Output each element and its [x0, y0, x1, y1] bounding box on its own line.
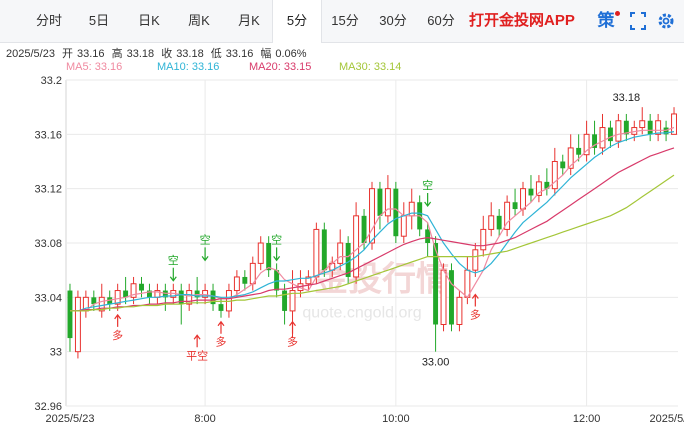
x-tick-label: 8:00 [194, 413, 215, 425]
long-signal-arrow [217, 320, 225, 334]
x-tick-label: 12:00 [573, 413, 601, 425]
candle-body-down [425, 229, 431, 243]
candle-body-down [576, 147, 582, 155]
short-signal-label: 空 [200, 232, 211, 246]
short-signal-arrow [201, 247, 209, 262]
candle-body-down [528, 188, 534, 196]
x-tick-label: 10:00 [382, 413, 410, 425]
candle-body-down [560, 161, 566, 169]
candle-body-up [74, 296, 81, 353]
long-signal-arrow [193, 334, 201, 348]
candle-body-down [274, 270, 280, 291]
candle-body-up [369, 188, 375, 244]
long-signal-label: 多 [112, 328, 123, 342]
candle-body-down [266, 243, 272, 271]
candle-body-down [377, 188, 383, 216]
candle-body-down [321, 229, 327, 271]
short-signal-arrow [169, 267, 177, 282]
long-signal-label: 多 [287, 335, 298, 349]
candlestick-chart[interactable]: 32.96 33 33.04 33.08 33.12 33.16 33.2 2025/5/23… [0, 0, 684, 428]
candle-body-up [599, 127, 606, 149]
candle-body-up [257, 242, 264, 264]
low-price-label: 33.00 [422, 357, 450, 369]
x-tick-label: 2025/5/23 [46, 413, 95, 425]
y-tick-label: 32.96 [34, 401, 62, 413]
candle-body-up [655, 120, 662, 135]
candle-body-down [496, 215, 502, 230]
high-price-label: 33.18 [613, 92, 641, 104]
candle-body-down [67, 290, 73, 339]
short-signal-arrow [273, 247, 281, 262]
long-signal-arrow [289, 320, 296, 334]
candle-body-up [456, 296, 463, 326]
candle-body-down [393, 188, 399, 237]
close-short-signal-label: 平空 [186, 348, 208, 362]
candle-body-down [607, 127, 613, 142]
y-tick-label: 33.08 [34, 238, 62, 250]
y-tick-label: 33.2 [41, 75, 62, 87]
long-signal-arrow [114, 313, 122, 327]
short-signal-arrow [424, 193, 432, 208]
candle-body-up [337, 242, 344, 264]
candle-body-down [449, 270, 454, 325]
candle-body-up [440, 269, 447, 325]
y-tick-label: 33.16 [34, 129, 62, 141]
candle-body-up [400, 215, 407, 237]
candle-body-up [186, 290, 193, 305]
candle-body-down [218, 304, 224, 311]
candle-body-up [313, 228, 320, 278]
short-signal-label: 空 [422, 178, 433, 192]
candle-body-up [488, 215, 495, 230]
candle-body-up [639, 120, 646, 129]
short-signal-label: 空 [271, 232, 282, 246]
candle-body-up [480, 228, 487, 251]
candle-body-down [647, 120, 653, 135]
y-tick-label: 33 [50, 347, 62, 359]
y-tick-label: 33.04 [34, 292, 62, 304]
candle-body-up [615, 120, 622, 142]
watermark-url: quote.cngold.org [302, 305, 421, 322]
candle-body-up [551, 161, 558, 190]
candle-body-down [242, 276, 248, 284]
candle-body-up [233, 276, 240, 292]
y-tick-label: 33.12 [34, 184, 62, 196]
candle-body-up [384, 188, 391, 217]
candle-body-down [282, 290, 288, 311]
long-signal-label: 多 [215, 335, 226, 349]
x-tick-label: 2025/5/23 [650, 413, 684, 425]
candle-body-up [671, 113, 677, 135]
long-signal-label: 多 [470, 308, 481, 322]
short-signal-label: 空 [168, 253, 179, 267]
candle-body-up [472, 249, 479, 271]
candle-body-up [520, 188, 526, 210]
candle-body-down [512, 202, 518, 210]
long-signal-arrow [471, 293, 479, 307]
candle-body-down [139, 283, 144, 291]
